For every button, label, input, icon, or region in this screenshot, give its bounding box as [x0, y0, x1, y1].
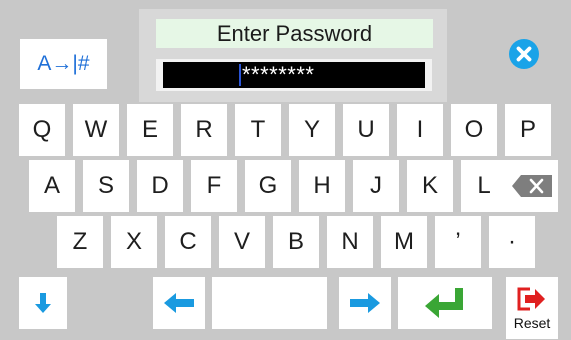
cursor-right-button[interactable] — [339, 277, 391, 329]
hide-keyboard-button[interactable] — [19, 277, 67, 329]
key-label: E — [141, 116, 158, 143]
backspace-key[interactable] — [506, 160, 558, 212]
key-label: U — [357, 116, 375, 143]
key-t[interactable]: T — [235, 104, 281, 156]
backspace-icon — [512, 175, 552, 197]
key-label: Q — [32, 116, 52, 143]
key-c[interactable]: C — [165, 216, 211, 268]
key-k[interactable]: K — [407, 160, 453, 212]
key-label: ’ — [455, 228, 461, 255]
dialog-title: Enter Password — [156, 19, 433, 48]
mode-toggle-label: A→|# — [37, 52, 90, 75]
exit-icon — [517, 287, 545, 311]
key-b[interactable]: B — [273, 216, 319, 268]
key-v[interactable]: V — [219, 216, 265, 268]
password-masked-value: ******** — [242, 62, 315, 87]
down-arrow-icon — [35, 293, 51, 313]
key-s[interactable]: S — [83, 160, 129, 212]
key-i[interactable]: I — [397, 104, 443, 156]
key-label: I — [416, 116, 424, 143]
key-e[interactable]: E — [127, 104, 173, 156]
key-n[interactable]: N — [327, 216, 373, 268]
key-g[interactable]: G — [245, 160, 291, 212]
space-key[interactable] — [212, 277, 327, 329]
key-label: · — [508, 228, 516, 255]
reset-button[interactable]: Reset — [506, 277, 558, 339]
key-label: D — [151, 172, 169, 199]
dialog-title-text: Enter Password — [216, 20, 373, 46]
key-h[interactable]: H — [299, 160, 345, 212]
key-label: V — [233, 228, 250, 255]
key-label: Z — [72, 228, 88, 255]
key-label: W — [84, 116, 108, 143]
mode-toggle-button[interactable]: A→|# — [20, 39, 107, 89]
enter-key[interactable] — [398, 277, 492, 329]
key-q[interactable]: Q — [19, 104, 65, 156]
key-z[interactable]: Z — [57, 216, 103, 268]
key-u[interactable]: U — [343, 104, 389, 156]
key-label: N — [341, 228, 359, 255]
key-m[interactable]: M — [381, 216, 427, 268]
close-icon — [509, 39, 539, 69]
text-cursor — [239, 64, 241, 86]
right-arrow-icon — [350, 293, 380, 313]
key-y[interactable]: Y — [289, 104, 335, 156]
key-label: C — [179, 228, 197, 255]
key-label: M — [394, 228, 414, 255]
key-label: R — [195, 116, 213, 143]
key-label: B — [287, 228, 304, 255]
key-label: G — [258, 172, 278, 199]
key-w[interactable]: W — [73, 104, 119, 156]
key-label: A — [43, 172, 60, 199]
key-a[interactable]: A — [29, 160, 75, 212]
key-label: Y — [303, 116, 320, 143]
password-field[interactable]: ******** — [156, 59, 432, 91]
key-f[interactable]: F — [191, 160, 237, 212]
key-label: X — [125, 228, 142, 255]
key-label: S — [97, 172, 114, 199]
key-l[interactable]: L — [461, 160, 507, 212]
key-p[interactable]: P — [505, 104, 551, 156]
key-r[interactable]: R — [181, 104, 227, 156]
key-label: T — [250, 116, 266, 143]
key-label: J — [370, 172, 382, 199]
left-arrow-icon — [164, 293, 194, 313]
key-x[interactable]: X — [111, 216, 157, 268]
password-input[interactable]: ******** — [163, 62, 425, 88]
key-label: O — [464, 116, 484, 143]
key-label: L — [477, 172, 491, 199]
key-label: F — [206, 172, 222, 199]
on-screen-keyboard: A→|# Enter Password ******** Q W E R T Y U I O P A… — [0, 0, 571, 340]
key-apostrophe[interactable]: ’ — [435, 216, 481, 268]
cursor-left-button[interactable] — [153, 277, 205, 329]
key-label: H — [313, 172, 331, 199]
key-d[interactable]: D — [137, 160, 183, 212]
key-label: K — [421, 172, 438, 199]
key-dot[interactable]: · — [489, 216, 535, 268]
key-o[interactable]: O — [451, 104, 497, 156]
close-button[interactable] — [507, 37, 541, 71]
enter-icon — [425, 288, 463, 318]
key-label: P — [519, 116, 536, 143]
key-j[interactable]: J — [353, 160, 399, 212]
reset-label: Reset — [513, 315, 551, 331]
